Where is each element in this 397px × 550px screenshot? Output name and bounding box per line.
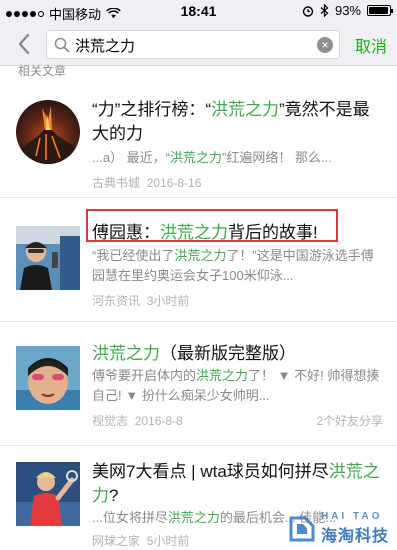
search-icon [54, 37, 70, 53]
result-title[interactable]: 美网7大看点 | wta球员如何拼尽洪荒之力? [92, 460, 383, 508]
swimmer-goggles-thumbnail [16, 346, 80, 410]
volcano-thumbnail [16, 100, 80, 164]
clear-search-icon[interactable]: × [317, 37, 333, 53]
alarm-icon [302, 5, 314, 17]
status-bar: 中国移动 18:41 93% [0, 0, 397, 22]
battery-icon [367, 5, 393, 16]
cancel-button[interactable]: 取消 [355, 33, 387, 57]
bluetooth-icon [320, 4, 329, 17]
search-box[interactable]: × [46, 30, 340, 59]
swimmer-interview-thumbnail [16, 226, 80, 290]
result-snippet: 傅爷要开启体内的洪荒之力了！ ▼ 不好! 帅得想揍自己! ▼ 扮什么痴呆少女帅明… [92, 368, 380, 403]
watermark-en: HAI TAO [320, 511, 383, 522]
result-snippet: “我已经使出了洪荒之力了！”这是中国游泳选手傅园慧在里约奥运会女子100米仰泳.… [92, 248, 374, 283]
result-title[interactable]: 洪荒之力（最新版完整版） [92, 342, 383, 366]
status-right: 93% [302, 3, 393, 18]
result-title[interactable]: “力”之排行榜：“洪荒之力”竟然不是最大的力 [92, 98, 383, 146]
share-count: 2个好友分享 [316, 414, 383, 428]
result-meta: 河东资讯 3小时前 [92, 294, 190, 308]
watermark-cn: 海淘科技 [320, 528, 389, 545]
result-item[interactable]: “力”之排行榜：“洪荒之力”竟然不是最大的力 ...a） 最近，“洪荒之力”红遍… [0, 80, 397, 198]
search-header: × 取消 [0, 22, 397, 66]
watermark: HAI TAO 海淘科技 [287, 511, 389, 546]
result-meta: 古典书城 2016-8-16 [92, 176, 202, 190]
battery-percent: 93% [334, 3, 361, 18]
result-snippet: ...a） 最近，“洪荒之力”红遍网络！ 那么... [92, 150, 332, 165]
result-meta: 视觉志 2016-8-8 2个好友分享 [92, 414, 383, 428]
search-input[interactable] [75, 34, 305, 56]
battery-level [369, 7, 388, 14]
back-chevron-icon[interactable] [13, 31, 37, 57]
highlight-annotation-box [86, 209, 338, 242]
tennis-player-thumbnail [16, 462, 80, 526]
result-item[interactable]: 洪荒之力（最新版完整版） 傅爷要开启体内的洪荒之力了！ ▼ 不好! 帅得想揍自己… [0, 322, 397, 446]
watermark-logo-icon [289, 516, 315, 541]
section-label: 相关文章 [18, 64, 67, 78]
